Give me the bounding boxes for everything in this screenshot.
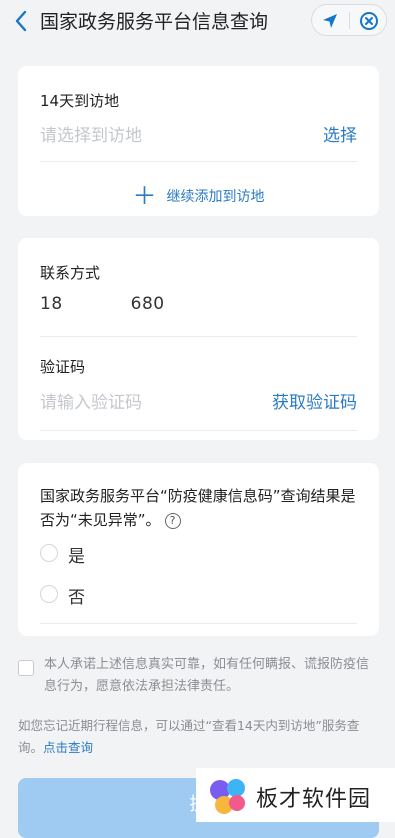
bancai-logo bbox=[210, 779, 245, 814]
question-text: 国家政务服务平台“防疫健康信息码”查询结果是否为“未见异常”。? bbox=[40, 484, 365, 532]
nav-bar: 国家政务服务平台信息查询 bbox=[0, 0, 395, 44]
radio-button[interactable] bbox=[40, 544, 58, 562]
phone-field[interactable]: 18 680 bbox=[40, 294, 165, 314]
code-input[interactable]: 请输入验证码 bbox=[40, 388, 142, 413]
question-circle-icon[interactable]: ? bbox=[164, 513, 181, 529]
phone-suffix: 680 bbox=[130, 294, 165, 314]
divider bbox=[40, 336, 357, 337]
visit-input[interactable]: 请选择到访地 bbox=[40, 121, 142, 146]
watermark: 板才软件园 bbox=[196, 768, 395, 822]
option-label: 否 bbox=[68, 588, 85, 608]
plus-icon: ＋ bbox=[132, 182, 157, 210]
option-label: 是 bbox=[68, 547, 85, 567]
get-code-button[interactable]: 获取验证码 bbox=[272, 388, 357, 413]
page-title: 国家政务服务平台信息查询 bbox=[40, 11, 269, 33]
divider bbox=[40, 161, 357, 162]
phone-prefix: 18 bbox=[40, 294, 63, 314]
tip: 如您忘记近期行程信息，可以通过“查看14天内到访地”服务查询。点击查询 bbox=[18, 715, 383, 759]
question-card: 国家政务服务平台“防疫健康信息码”查询结果是否为“未见异常”。? 是 否 bbox=[18, 463, 379, 636]
radio-button[interactable] bbox=[40, 585, 58, 603]
code-label: 验证码 bbox=[40, 358, 86, 376]
visit-label: 14天到访地 bbox=[40, 92, 120, 110]
query-link[interactable]: 点击查询 bbox=[43, 740, 93, 755]
contact-label: 联系方式 bbox=[40, 264, 101, 282]
agreement-checkbox[interactable] bbox=[18, 660, 34, 676]
close-circle-icon[interactable] bbox=[359, 11, 379, 31]
question-label: 国家政务服务平台“防疫健康信息码”查询结果是否为“未见异常”。 bbox=[40, 487, 356, 529]
contact-card: 联系方式 18 680 验证码 请输入验证码 获取验证码 bbox=[18, 238, 379, 440]
mini-program-capsule bbox=[311, 4, 387, 36]
agreement-text: 本人承诺上述信息真实可靠，如有任何瞒报、谎报防疫信息行为，愿意依法承担法律责任。 bbox=[44, 657, 370, 694]
divider bbox=[40, 623, 357, 624]
location-arrow-icon[interactable] bbox=[320, 11, 340, 31]
back-button[interactable] bbox=[8, 6, 36, 36]
visit-card: 14天到访地 请选择到访地 选择 ＋ 继续添加到访地 bbox=[18, 66, 379, 216]
add-visit-button[interactable]: ＋ 继续添加到访地 bbox=[18, 176, 379, 211]
capsule-divider bbox=[349, 12, 350, 29]
divider bbox=[40, 430, 357, 431]
watermark-text: 板才软件园 bbox=[256, 787, 372, 812]
chevron-left-icon bbox=[15, 10, 27, 32]
add-visit-label: 继续添加到访地 bbox=[166, 189, 265, 205]
select-button[interactable]: 选择 bbox=[323, 121, 357, 146]
